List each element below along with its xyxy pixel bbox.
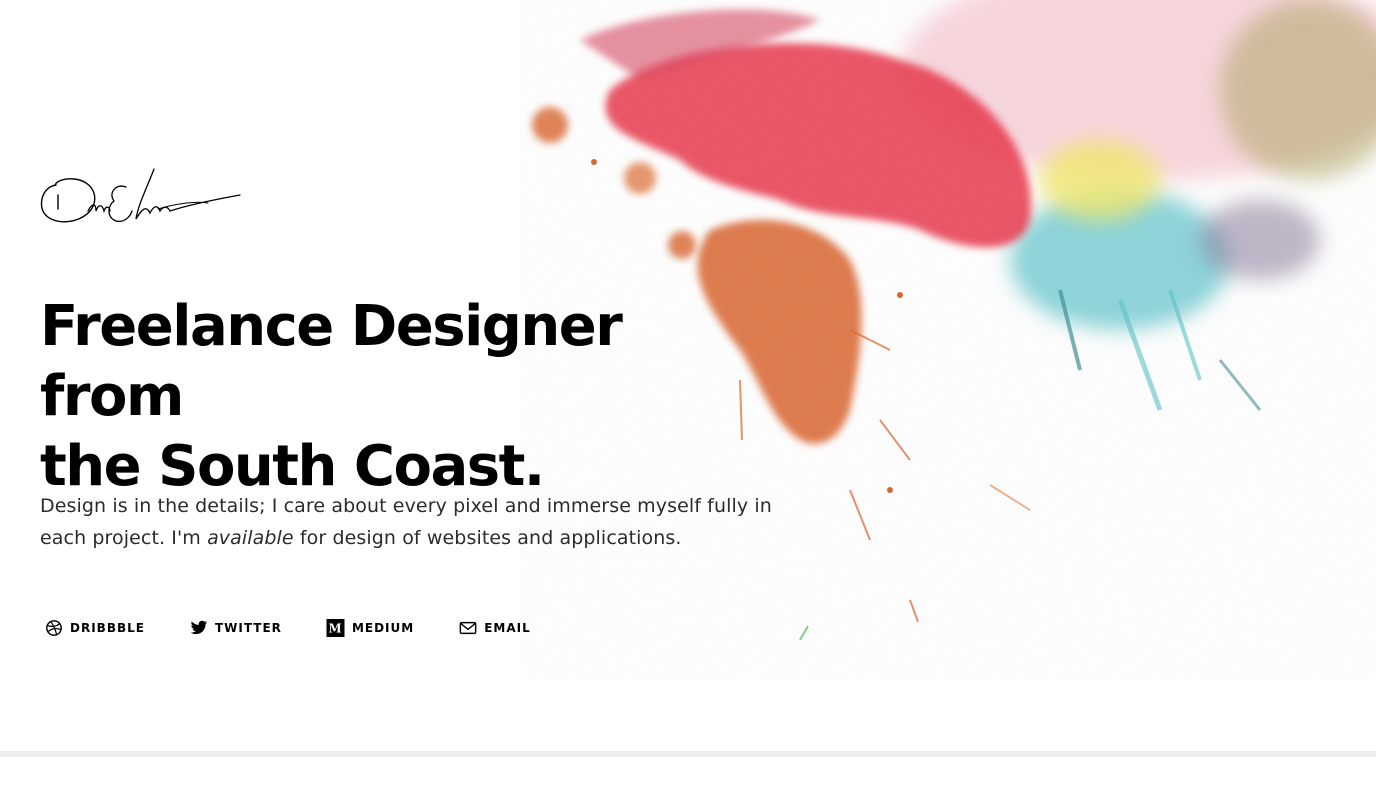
twitter-link[interactable]: TWITTER [189, 616, 282, 640]
intro-paragraph: Design is in the details; I care about e… [40, 490, 800, 554]
social-links: DRIBBBLE TWITTER M MEDIUM EMAIL [44, 616, 575, 640]
page-headline: Freelance Designer from the South Coast. [40, 292, 740, 502]
svg-text:M: M [329, 622, 343, 636]
medium-link[interactable]: M MEDIUM [326, 616, 414, 640]
availability-emphasis: available [207, 527, 294, 549]
email-link[interactable]: EMAIL [458, 616, 531, 640]
dribbble-link[interactable]: DRIBBBLE [44, 616, 145, 640]
dribbble-label: DRIBBBLE [70, 621, 145, 635]
twitter-label: TWITTER [214, 621, 282, 635]
signature-logo[interactable] [38, 165, 244, 231]
medium-icon: M [326, 618, 346, 638]
dribbble-icon [44, 618, 64, 638]
email-icon [458, 618, 478, 638]
intro-text-after: for design of websites and applications. [293, 527, 682, 549]
twitter-icon [189, 618, 209, 638]
headline-line-1: Freelance Designer from [40, 294, 623, 429]
section-divider [0, 751, 1376, 757]
medium-label: MEDIUM [351, 621, 415, 635]
email-label: EMAIL [484, 621, 531, 635]
